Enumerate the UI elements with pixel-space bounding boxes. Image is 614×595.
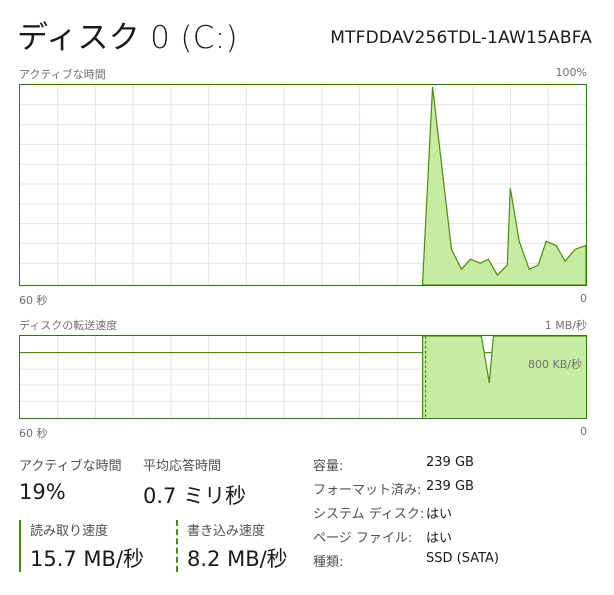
capacity-label: 容量: (313, 459, 344, 474)
capacity-value: 239 GB (426, 455, 474, 470)
write-speed-value: 8.2 MB/秒 (187, 547, 288, 571)
active-time-chart (19, 84, 587, 286)
page-file-value: はい (426, 531, 453, 546)
read-speed-value: 15.7 MB/秒 (30, 547, 145, 571)
transfer-chart-label: ディスクの転送速度 (19, 319, 118, 332)
active-time-chart-svg (20, 85, 586, 285)
write-speed-indicator (176, 520, 178, 572)
transfer-axis-left: 60 秒 (19, 427, 48, 440)
transfer-area (422, 336, 586, 418)
type-label: 種類: (313, 555, 344, 570)
avg-response-label: 平均応答時間 (143, 459, 222, 474)
page-title: ディスク 0 (C:) (17, 20, 238, 56)
type-value: SSD (SATA) (426, 551, 499, 566)
disk-model: MTFDDAV256TDL-1AW15ABFA (330, 28, 592, 48)
active-time-axis-right: 0 (580, 292, 587, 305)
transfer-chart-svg (20, 336, 586, 418)
transfer-chart-max: 1 MB/秒 (544, 319, 587, 332)
write-speed-label: 書き込み速度 (187, 524, 266, 539)
formatted-value: 239 GB (426, 479, 474, 494)
transfer-chart: 800 KB/秒 (19, 335, 587, 419)
active-time-chart-max: 100% (555, 66, 587, 79)
avg-response-value: 0.7 ミリ秒 (143, 484, 247, 508)
active-time-chart-label: アクティブな時間 (19, 68, 106, 81)
read-speed-indicator (19, 520, 21, 572)
active-time-axis-left: 60 秒 (19, 294, 48, 307)
transfer-axis-right: 0 (580, 425, 587, 438)
read-speed-label: 読み取り速度 (30, 524, 109, 539)
system-disk-label: システム ディスク: (313, 507, 425, 522)
system-disk-value: はい (426, 507, 453, 522)
page-file-label: ページ ファイル: (313, 531, 413, 546)
active-time-value: 19% (19, 480, 66, 504)
active-time-area (421, 86, 586, 285)
transfer-reference-label: 800 KB/秒 (528, 358, 582, 371)
active-time-grid (20, 85, 586, 285)
formatted-label: フォーマット済み: (313, 483, 422, 498)
active-time-label: アクティブな時間 (19, 459, 122, 474)
